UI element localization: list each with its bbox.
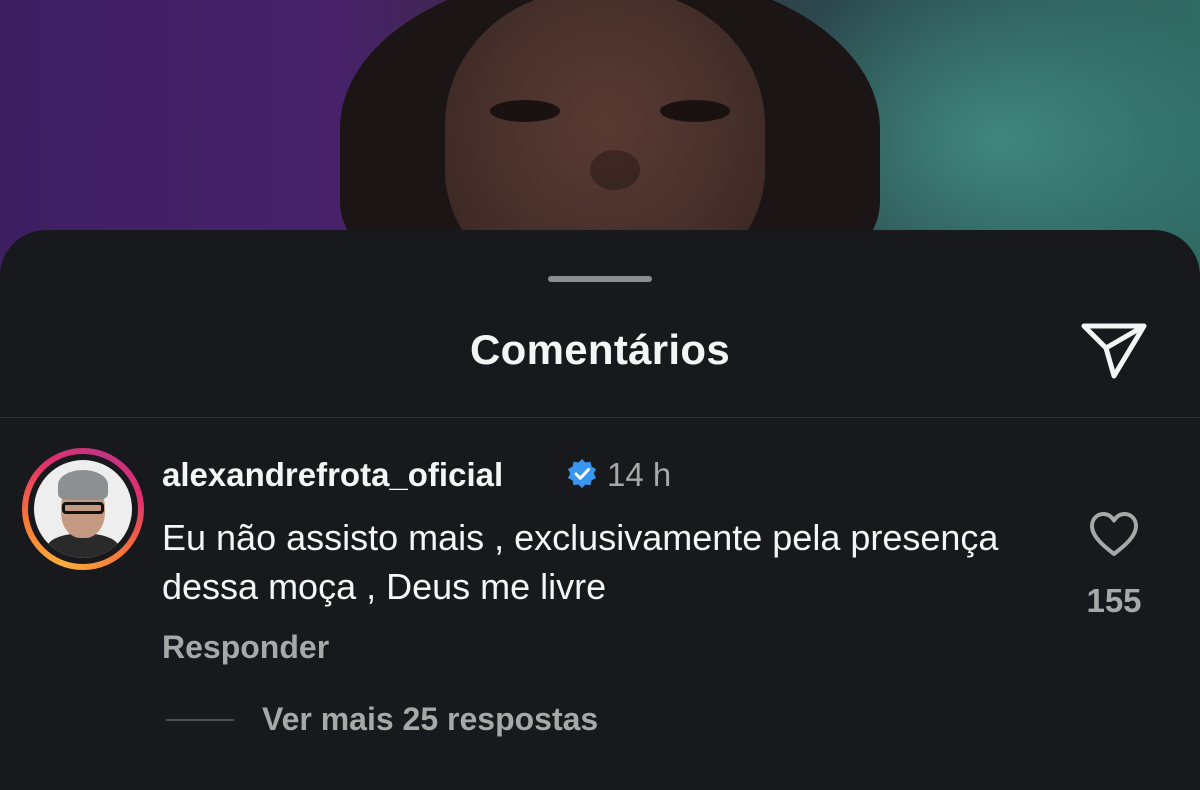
comments-sheet: Comentários alexandrefrota_oficial 14 h … bbox=[0, 230, 1200, 790]
background-person-eye bbox=[490, 100, 560, 122]
sheet-drag-handle[interactable] bbox=[548, 276, 652, 282]
send-icon[interactable] bbox=[1078, 318, 1150, 382]
background-person-eye bbox=[660, 100, 730, 122]
comment-username[interactable]: alexandrefrota_oficial bbox=[162, 456, 503, 494]
background-person-nose bbox=[590, 150, 640, 190]
like-count: 155 bbox=[1086, 582, 1142, 619]
view-more-replies-button[interactable]: Ver mais 25 respostas bbox=[262, 701, 598, 738]
heart-icon[interactable] bbox=[1088, 510, 1140, 558]
avatar[interactable] bbox=[22, 448, 144, 570]
sheet-title: Comentários bbox=[469, 326, 731, 373]
comment-text: Eu não assisto mais , exclusivamente pel… bbox=[162, 517, 999, 607]
header-divider bbox=[0, 417, 1200, 418]
avatar-photo bbox=[34, 460, 132, 558]
replies-divider-line bbox=[166, 719, 234, 721]
verified-badge-icon bbox=[568, 459, 596, 488]
comment-timestamp: 14 h bbox=[607, 456, 672, 493]
reply-button[interactable]: Responder bbox=[162, 629, 329, 666]
